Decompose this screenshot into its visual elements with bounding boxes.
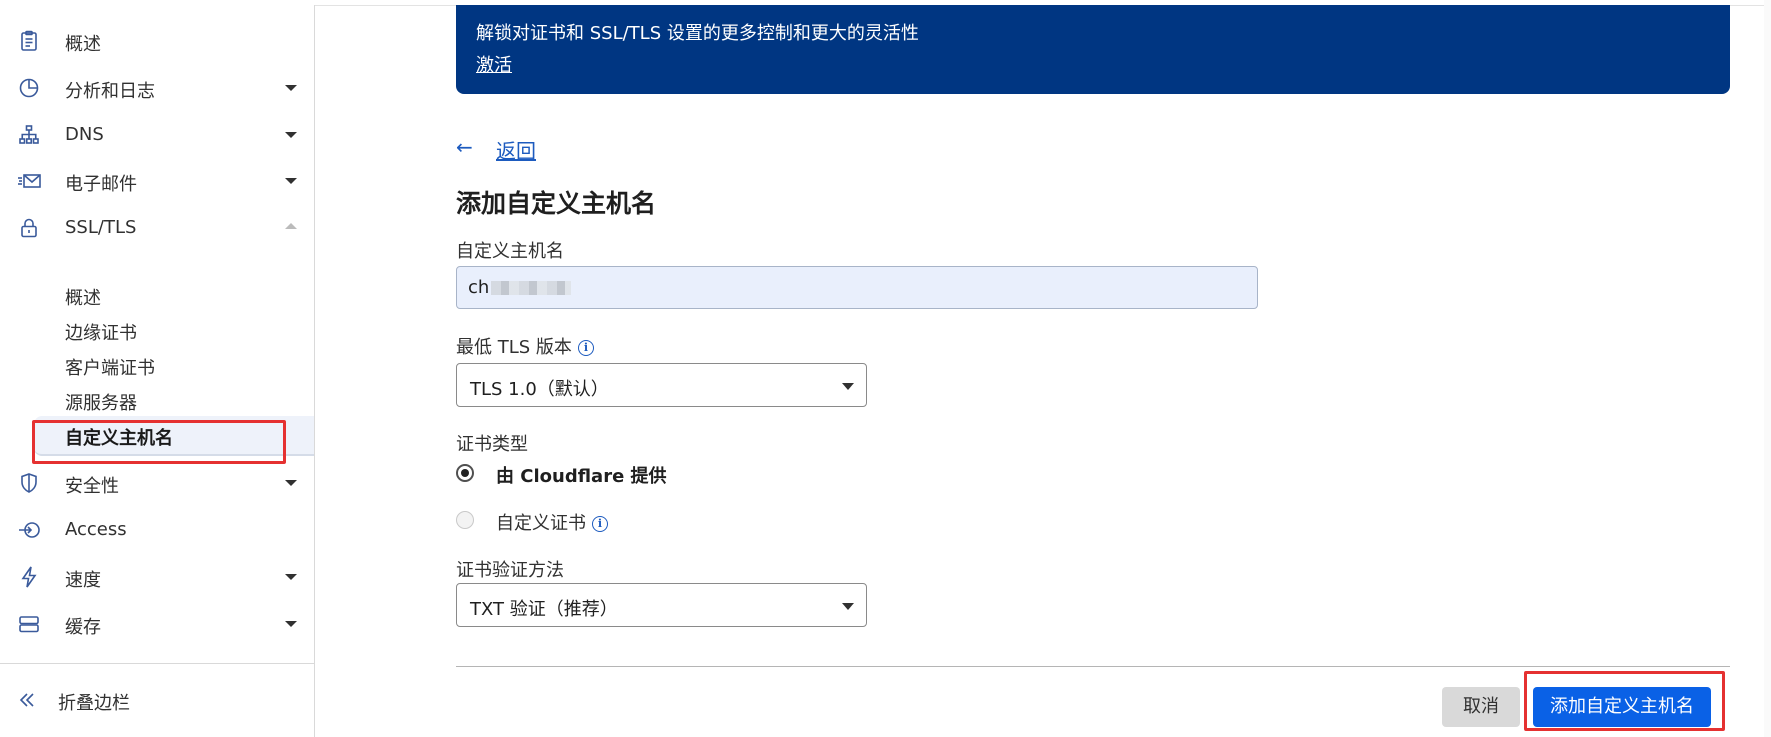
sidebar-item-label: 缓存	[65, 617, 101, 638]
sidebar-subitem-origin-server[interactable]: 源服务器	[65, 389, 137, 415]
double-chevron-left-icon	[16, 689, 38, 711]
back-link-label: 返回	[496, 139, 536, 163]
activate-link[interactable]: 激活	[476, 51, 512, 77]
network-icon	[17, 123, 41, 147]
sidebar-subitem-client-certificates[interactable]: 客户端证书	[65, 354, 155, 380]
hostname-value: ch	[468, 277, 490, 298]
chevron-down-icon	[842, 383, 854, 390]
sidebar: 概述 分析和日志 DNS 电子邮件 SSL/TLS 概述 边缘证书 客户端证书 …	[0, 5, 315, 737]
clipboard-icon	[17, 29, 41, 53]
mail-icon	[17, 169, 41, 193]
tls-version-value: TLS 1.0（默认）	[470, 379, 609, 400]
sidebar-item-access[interactable]: Access	[0, 509, 314, 549]
tls-version-label-text: 最低 TLS 版本	[456, 337, 572, 358]
sidebar-item-label: 电子邮件	[65, 174, 137, 195]
radio-label: 由 Cloudflare 提供	[496, 466, 667, 487]
upgrade-banner: 解锁对证书和 SSL/TLS 设置的更多控制和更大的灵活性 激活	[456, 5, 1730, 94]
chevron-down-icon	[285, 621, 297, 627]
scrollbar[interactable]	[1764, 0, 1771, 737]
chevron-down-icon	[842, 603, 854, 610]
info-icon[interactable]: i	[577, 340, 594, 356]
collapse-sidebar-label: 折叠边栏	[58, 693, 130, 714]
cancel-button[interactable]: 取消	[1442, 687, 1520, 727]
redacted-text	[491, 281, 572, 295]
sidebar-item-label: 分析和日志	[65, 81, 155, 102]
sidebar-item-label: 速度	[65, 570, 101, 591]
radio-button-checked[interactable]	[456, 464, 474, 482]
chevron-down-icon	[285, 574, 297, 580]
tls-version-label: 最低 TLS 版本 i	[456, 333, 594, 359]
banner-description: 解锁对证书和 SSL/TLS 设置的更多控制和更大的灵活性	[476, 23, 919, 44]
sidebar-divider	[0, 663, 314, 664]
sidebar-item-caching[interactable]: 缓存	[0, 603, 314, 643]
validation-method-value: TXT 验证（推荐）	[470, 599, 618, 620]
sidebar-item-security[interactable]: 安全性	[0, 462, 314, 502]
validation-method-select[interactable]: TXT 验证（推荐）	[456, 583, 867, 627]
sidebar-item-email[interactable]: 电子邮件	[0, 160, 314, 200]
sidebar-item-label: Access	[65, 519, 127, 540]
cert-type-label: 证书类型	[456, 434, 528, 455]
chevron-down-icon	[285, 85, 297, 91]
radio-label-text: 自定义证书	[496, 513, 586, 534]
chevron-down-icon	[285, 178, 297, 184]
radio-button-unchecked[interactable]	[456, 511, 474, 529]
page-title: 添加自定义主机名	[456, 189, 657, 218]
sidebar-item-label: 概述	[65, 34, 101, 55]
sidebar-item-overview[interactable]: 概述	[0, 20, 314, 60]
lock-icon	[17, 216, 41, 240]
tls-version-select[interactable]: TLS 1.0（默认）	[456, 363, 867, 407]
sidebar-item-ssl-tls[interactable]: SSL/TLS	[0, 207, 314, 247]
sidebar-subitem-overview[interactable]: 概述	[65, 284, 101, 310]
collapse-sidebar-button[interactable]: 折叠边栏	[0, 685, 314, 721]
sidebar-subitem-edge-certificates[interactable]: 边缘证书	[65, 319, 137, 345]
validation-method-label: 证书验证方法	[456, 560, 564, 581]
hostname-input[interactable]: ch	[456, 266, 1258, 309]
storage-icon	[17, 612, 41, 636]
chevron-down-icon	[285, 132, 297, 138]
access-icon	[17, 518, 41, 542]
sidebar-item-speed[interactable]: 速度	[0, 556, 314, 596]
sidebar-item-label: DNS	[65, 124, 104, 145]
info-icon[interactable]: i	[592, 516, 608, 532]
sidebar-item-label: 安全性	[65, 476, 119, 497]
radio-label: 自定义证书 i	[496, 509, 608, 535]
sidebar-item-dns[interactable]: DNS	[0, 114, 314, 154]
sidebar-item-analytics[interactable]: 分析和日志	[0, 67, 314, 107]
pie-chart-icon	[17, 76, 41, 100]
hostname-label: 自定义主机名	[456, 241, 564, 262]
chevron-down-icon	[285, 480, 297, 486]
lightning-icon	[17, 565, 41, 589]
shield-icon	[17, 471, 41, 495]
form-divider	[456, 666, 1730, 667]
sidebar-subitem-custom-hostnames[interactable]: 自定义主机名	[65, 424, 173, 450]
chevron-up-icon	[285, 223, 297, 229]
add-custom-hostname-button[interactable]: 添加自定义主机名	[1533, 687, 1711, 727]
arrow-left-icon: ←	[456, 135, 473, 159]
sidebar-item-label: SSL/TLS	[65, 217, 137, 238]
